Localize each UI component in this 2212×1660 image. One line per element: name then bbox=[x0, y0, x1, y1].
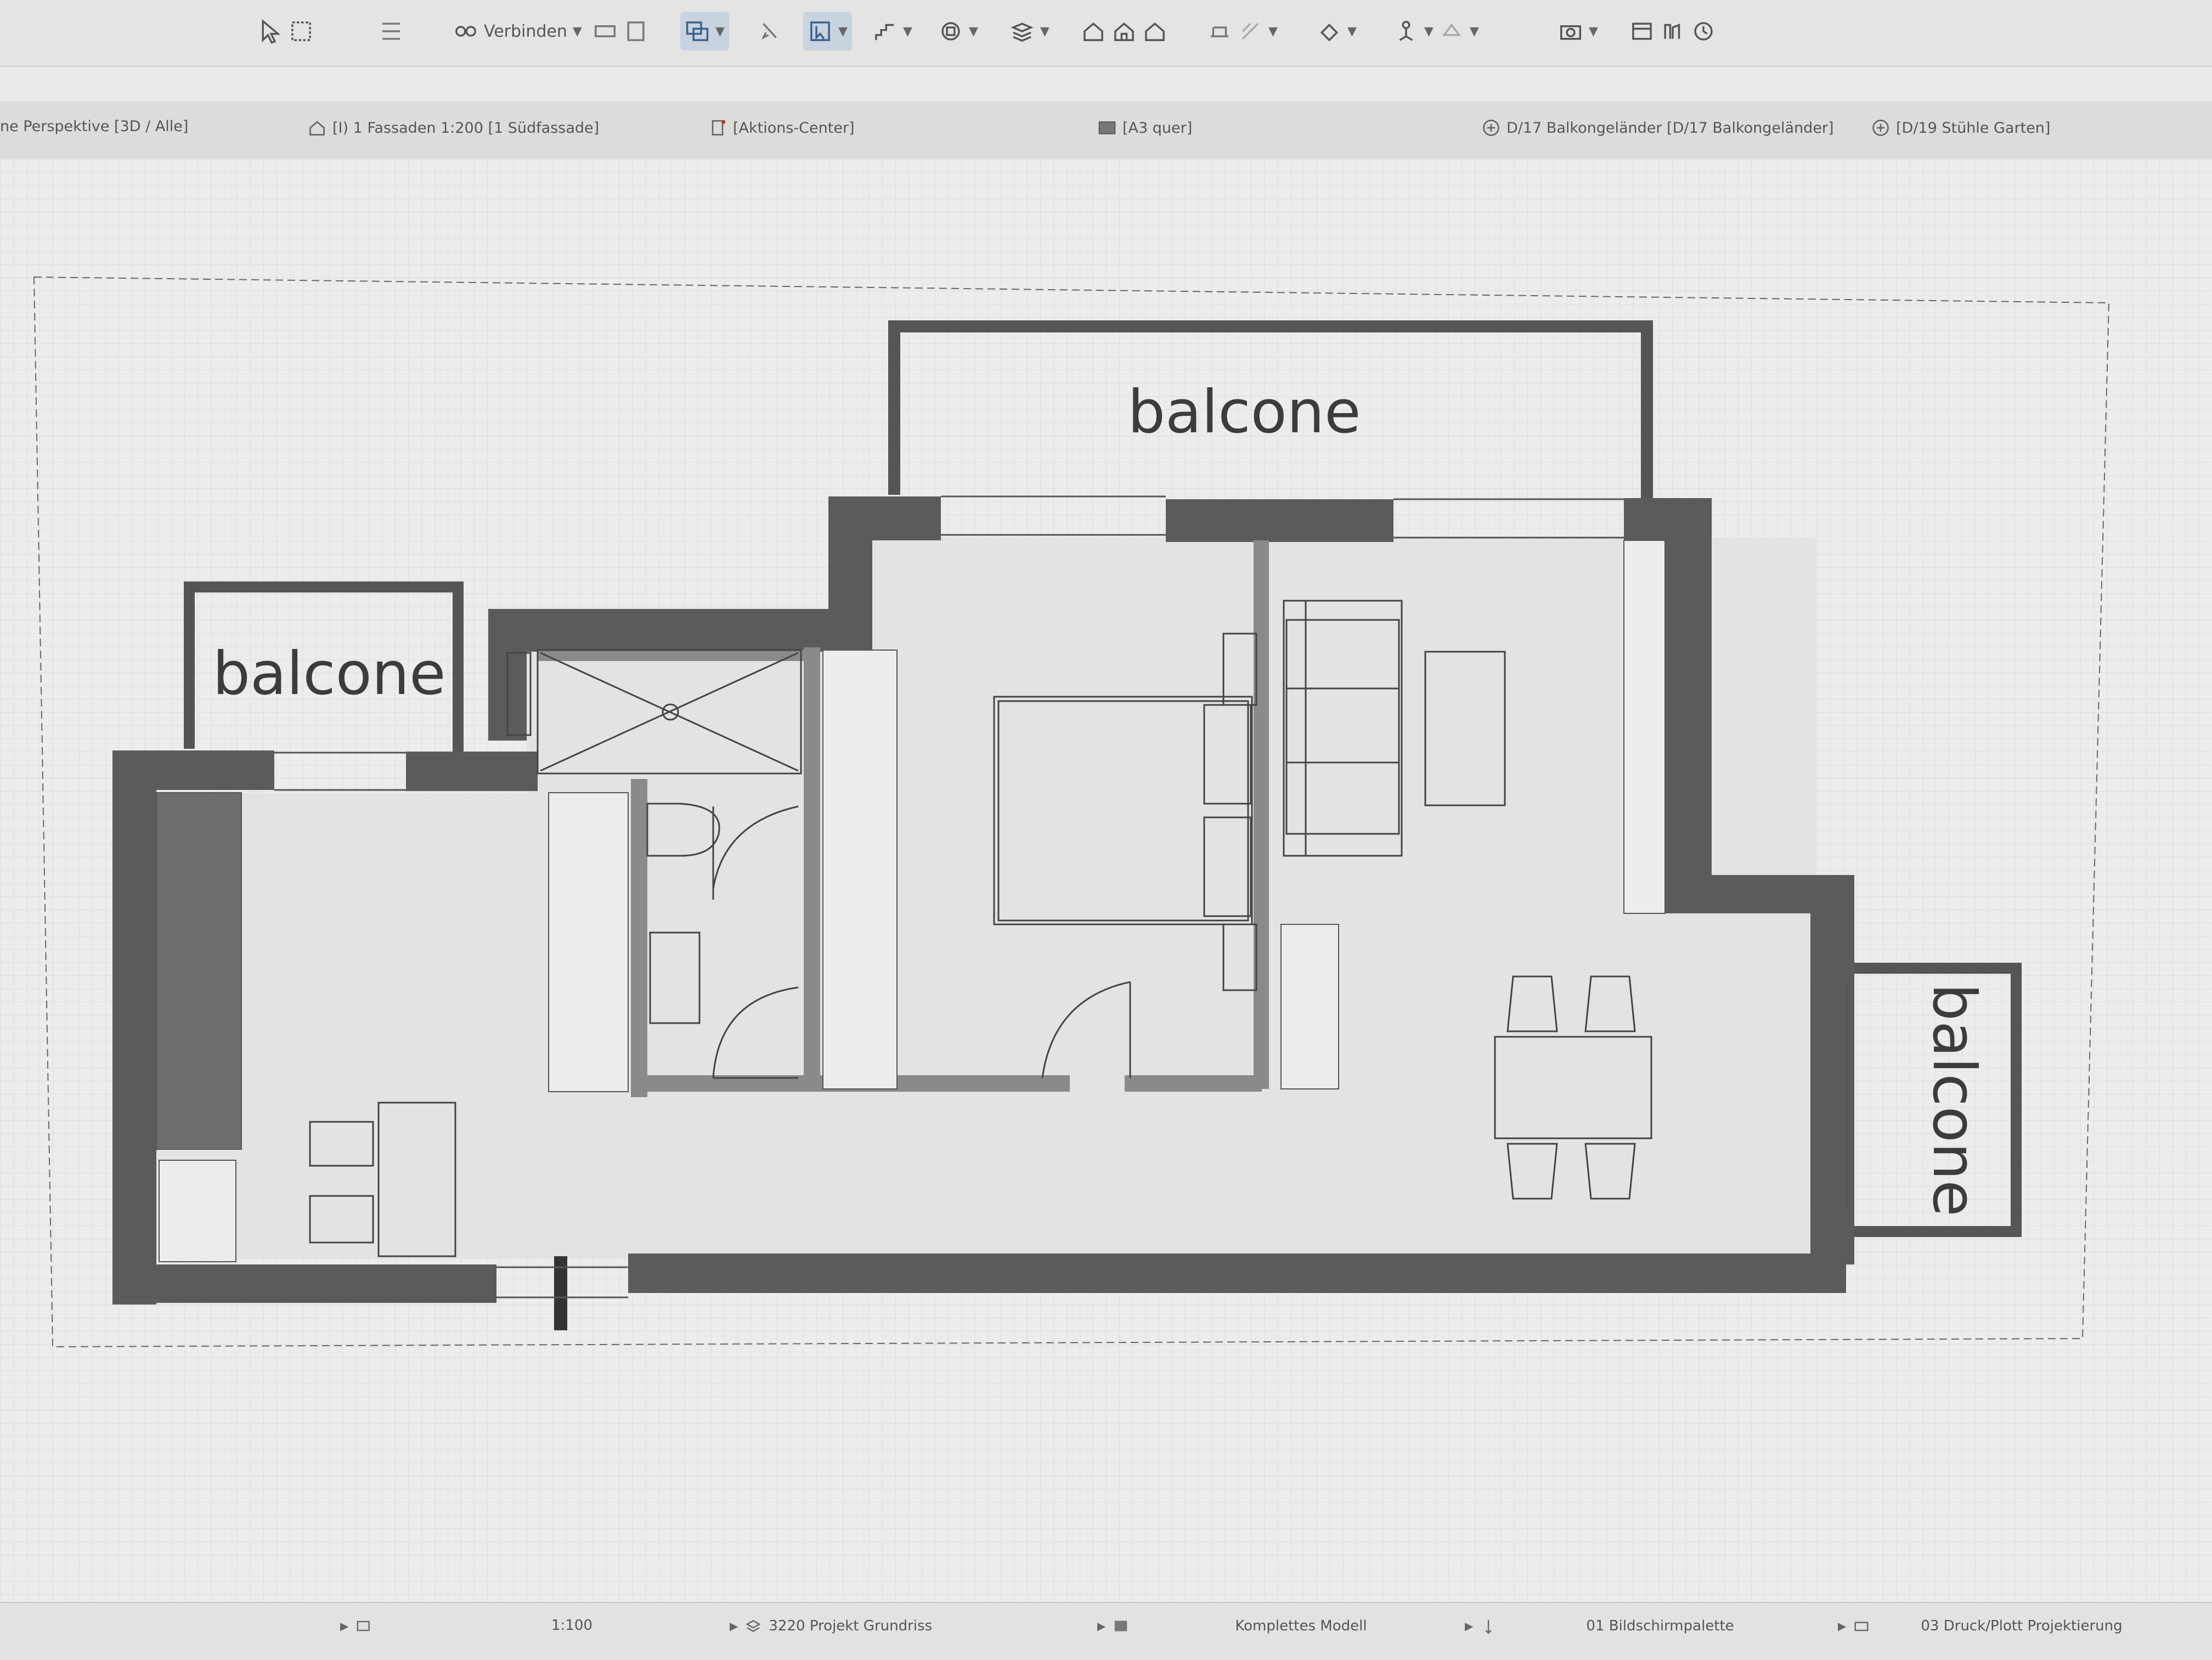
tool-section[interactable]: ▼ bbox=[1207, 12, 1278, 50]
tool-select[interactable]: ▼ bbox=[803, 12, 852, 50]
action-center-icon bbox=[712, 120, 726, 135]
figure-icon bbox=[1399, 21, 1413, 41]
model-icon bbox=[1115, 1621, 1127, 1631]
stair-icon bbox=[875, 24, 894, 41]
cursor-icon bbox=[761, 23, 777, 40]
scale-selector[interactable]: 1:100 bbox=[551, 1617, 592, 1634]
layers-icon bbox=[1011, 22, 1034, 42]
publish-icon bbox=[1632, 22, 1652, 40]
layout-sheet-icon bbox=[1098, 121, 1116, 134]
chevron-down-icon: ▼ bbox=[903, 24, 912, 38]
chevron-down-icon: ▼ bbox=[838, 24, 848, 38]
tool-camera[interactable]: ▼ bbox=[1558, 12, 1598, 50]
tab-label: D/17 Balkongeländer [D/17 Balkongeländer… bbox=[1506, 119, 1834, 137]
floor-plan: balcone balcone balcone bbox=[33, 276, 2110, 1348]
chevron-down-icon: ▼ bbox=[969, 24, 978, 38]
detail-icon bbox=[1872, 120, 1889, 136]
select-icon bbox=[810, 21, 830, 41]
shape-icon bbox=[1442, 23, 1462, 36]
beam-icon bbox=[1242, 22, 1259, 40]
tab-a3-layout[interactable]: [A3 quer] bbox=[1097, 118, 1192, 138]
wall-icon bbox=[595, 25, 616, 37]
balcony-left-label: balcone bbox=[212, 640, 445, 708]
balcony-right-label: balcone bbox=[1920, 983, 1988, 1216]
balcony-top-label: balcone bbox=[1127, 378, 1361, 447]
camera-icon bbox=[1560, 25, 1581, 40]
palette-label: 01 Bildschirmpalette bbox=[1586, 1618, 1734, 1634]
tool-cursor[interactable] bbox=[757, 12, 782, 50]
view-selector[interactable]: ▶ 3220 Projekt Grundriss bbox=[730, 1617, 932, 1635]
tab-label: [A3 quer] bbox=[1122, 119, 1193, 137]
tab-label: [Aktions-Center] bbox=[733, 119, 855, 137]
tool-figure[interactable]: ▼ ▼ bbox=[1393, 12, 1479, 50]
arrow-select-icon bbox=[262, 19, 281, 44]
library-icon bbox=[1664, 23, 1680, 39]
tool-wall[interactable] bbox=[592, 12, 648, 50]
tab-label: [D/19 Stühle Garten] bbox=[1896, 119, 2051, 137]
chevron-down-icon: ▼ bbox=[1347, 24, 1357, 38]
marquee-icon bbox=[291, 21, 311, 41]
print-icon bbox=[1854, 1622, 1869, 1631]
chevron-down-icon: ▼ bbox=[1424, 24, 1434, 38]
triangle-right-icon: ▶ bbox=[730, 1619, 738, 1633]
tool-house[interactable] bbox=[1081, 12, 1167, 50]
pen-set-icon bbox=[1485, 1619, 1492, 1634]
triangle-right-icon: ▶ bbox=[340, 1619, 349, 1633]
print-label: 03 Druck/Plott Projektierung bbox=[1921, 1618, 2123, 1634]
palette-selector[interactable]: ▶ 01 Bildschirmpalette bbox=[1465, 1617, 1734, 1635]
chevron-down-icon: ▼ bbox=[1040, 24, 1049, 38]
tab-3d-perspective[interactable]: ne Perspektive [3D / Alle] bbox=[0, 118, 188, 135]
triangle-right-icon: ▶ bbox=[1097, 1619, 1106, 1633]
drawing-canvas[interactable]: balcone balcone balcone bbox=[0, 159, 2212, 1602]
tool-layers[interactable]: ▼ bbox=[1009, 12, 1049, 50]
tab-garden-chairs[interactable]: [D/19 Stühle Garten] bbox=[1871, 118, 2050, 138]
connect-icon bbox=[455, 26, 476, 37]
fill-icon bbox=[1320, 24, 1339, 42]
view-label: 3220 Projekt Grundriss bbox=[769, 1618, 933, 1634]
layer-set-icon bbox=[746, 1620, 761, 1632]
tab-action-center[interactable]: [Aktions-Center] bbox=[708, 118, 855, 138]
house-icon bbox=[1114, 22, 1134, 41]
object-icon bbox=[941, 22, 960, 41]
grid-icon bbox=[382, 22, 400, 40]
connect-label: Verbinden bbox=[484, 21, 567, 41]
detail-icon bbox=[1483, 120, 1499, 136]
print-selector[interactable]: ▶ 03 Druck/Plott Projektierung bbox=[1838, 1617, 2123, 1635]
chevron-down-icon: ▼ bbox=[572, 24, 582, 38]
status-bar: ▶ 1:100 ▶ 3220 Projekt Grundriss ▶ Kompl… bbox=[0, 1602, 2212, 1660]
tool-object[interactable]: ▼ bbox=[938, 12, 978, 50]
chevron-down-icon: ▼ bbox=[1589, 24, 1598, 38]
tab-label: [I) 1 Fassaden 1:200 [1 Südfassade] bbox=[332, 119, 600, 137]
chevron-down-icon: ▼ bbox=[1469, 24, 1479, 38]
layout-icon bbox=[686, 21, 709, 41]
tool-publish[interactable] bbox=[1629, 12, 1716, 50]
main-toolbar: Verbinden ▼ ▼ ▼ ▼ ▼ ▼ ▼ ▼ ▼ ▼ ▼ bbox=[0, 0, 2212, 67]
connect-button[interactable]: Verbinden ▼ bbox=[453, 12, 582, 50]
view-tab-bar: ne Perspektive [3D / Alle] [I) 1 Fassade… bbox=[0, 101, 2212, 161]
scale-label: 1:100 bbox=[551, 1617, 592, 1634]
house-icon bbox=[1084, 22, 1103, 41]
triangle-right-icon: ▶ bbox=[1465, 1619, 1474, 1633]
tool-grid[interactable] bbox=[379, 12, 404, 50]
tab-balcony-railing[interactable]: D/17 Balkongeländer [D/17 Balkongeländer… bbox=[1481, 118, 1834, 138]
chevron-down-icon: ▼ bbox=[715, 24, 725, 38]
triangle-right-icon: ▶ bbox=[1838, 1619, 1847, 1633]
tool-fill[interactable]: ▼ bbox=[1317, 12, 1357, 50]
door-icon bbox=[627, 21, 645, 41]
facade-icon bbox=[309, 121, 325, 135]
chevron-down-icon: ▼ bbox=[1268, 24, 1278, 38]
house-icon bbox=[1145, 22, 1165, 41]
section-icon bbox=[1210, 26, 1229, 37]
tab-facade[interactable]: [I) 1 Fassaden 1:200 [1 Südfassade] bbox=[307, 118, 599, 138]
tool-stair[interactable]: ▼ bbox=[872, 12, 912, 50]
status-nav-arrow[interactable]: ▶ bbox=[340, 1617, 373, 1635]
model-label: Komplettes Modell bbox=[1235, 1618, 1367, 1634]
tab-label: ne Perspektive [3D / Alle] bbox=[0, 118, 189, 135]
tool-layout[interactable]: ▼ bbox=[680, 12, 729, 50]
tool-arrow[interactable] bbox=[258, 12, 314, 50]
refresh-icon bbox=[1694, 22, 1713, 41]
zoom-icon bbox=[357, 1621, 370, 1631]
model-selector[interactable]: ▶ Komplettes Modell bbox=[1097, 1617, 1367, 1635]
